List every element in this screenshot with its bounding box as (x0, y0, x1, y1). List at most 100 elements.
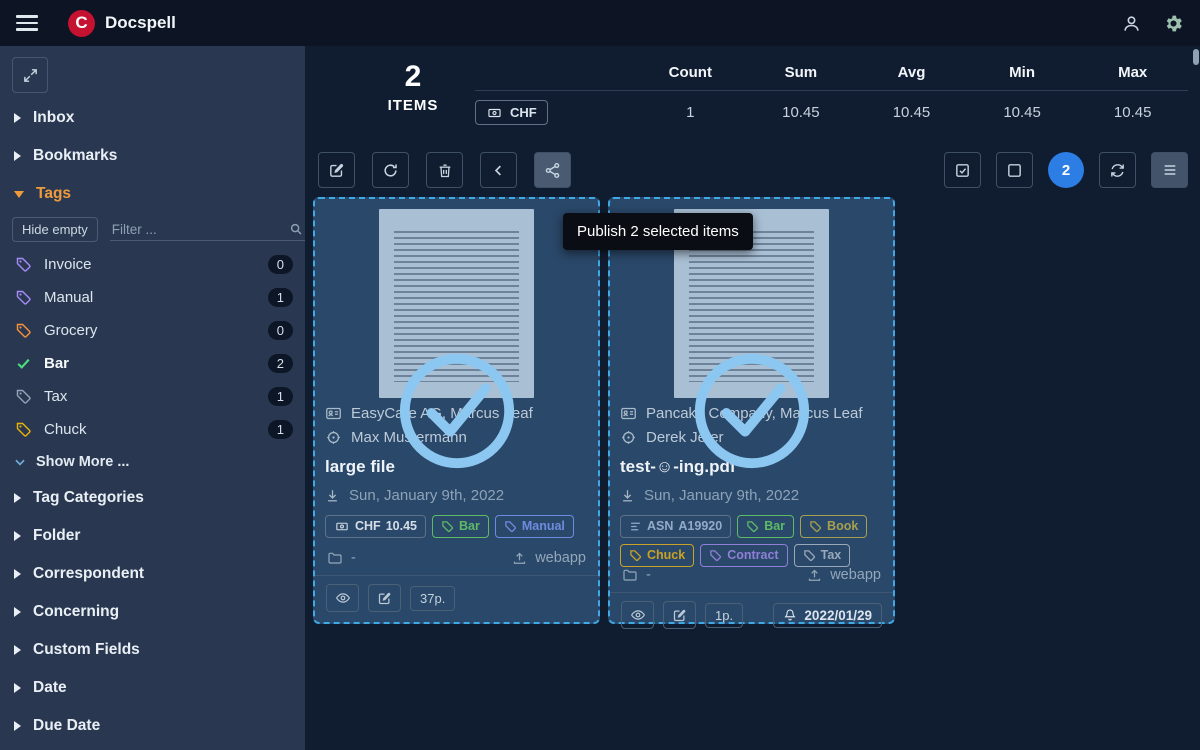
stats-value-sum: 10.45 (746, 104, 857, 121)
due-date-value: 2022/01/29 (804, 608, 872, 623)
sidebar-item-correspondent[interactable]: Correspondent (0, 555, 305, 593)
correspondent-name: Pancake Company, Marcus Leaf (646, 405, 863, 422)
edit-item-button[interactable] (368, 584, 401, 612)
amount-badge: CHF 10.45 (325, 515, 426, 538)
stats-header-min: Min (967, 64, 1078, 81)
currency-badge: CHF (475, 100, 548, 125)
edit-item-button[interactable] (663, 601, 696, 629)
stats-value-avg: 10.45 (856, 104, 967, 121)
item-card[interactable]: Pancake Company, Marcus Leaf Derek Jeter… (608, 197, 895, 624)
tag-badge-label: Chuck (647, 548, 685, 563)
sidebar-item-date[interactable]: Date (0, 669, 305, 707)
tag-item-bar[interactable]: Bar 2 (0, 347, 305, 380)
item-badges: ASN A19920 Bar Book Chuck (620, 515, 883, 567)
tag-badge: Contract (700, 544, 787, 567)
search-icon (289, 222, 303, 236)
tag-filter (110, 219, 305, 241)
tag-item-tax[interactable]: Tax 1 (0, 380, 305, 413)
asn-label: ASN (647, 519, 673, 534)
view-options-button[interactable] (1151, 152, 1188, 188)
folder-icon (622, 567, 638, 583)
stats-header-count: Count (635, 64, 746, 81)
document-thumbnail (325, 207, 588, 398)
item-badges: CHF 10.45 Bar Manual (325, 515, 588, 538)
reprocess-button[interactable] (372, 152, 409, 188)
sidebar-item-source[interactable]: Source (0, 745, 305, 750)
scrollbar-thumb[interactable] (1193, 49, 1199, 65)
merge-button[interactable] (480, 152, 517, 188)
preview-button[interactable] (326, 584, 359, 612)
item-title[interactable]: test-☺-ing.pdf (620, 457, 883, 477)
tag-badge: Chuck (620, 544, 694, 567)
expand-arrows-icon (22, 67, 39, 84)
gear-icon (1163, 13, 1184, 34)
sidebar-item-label: Concerning (33, 603, 119, 621)
tag-filter-input[interactable] (112, 222, 289, 237)
page-count-badge: 37p. (410, 586, 455, 611)
expand-sidebar-button[interactable] (12, 57, 48, 93)
banknote-icon (334, 520, 350, 533)
tag-name: Chuck (44, 421, 87, 438)
tag-count-badge: 0 (268, 321, 293, 340)
date-icon (325, 488, 340, 503)
select-all-button[interactable] (944, 152, 981, 188)
delete-selected-button[interactable] (426, 152, 463, 188)
item-card-list: EasyCare AG, Marcus Leaf Max Mustermann … (313, 197, 1188, 624)
sidebar-item-inbox[interactable]: Inbox (0, 99, 305, 137)
items-count-label: ITEMS (367, 97, 459, 114)
show-more-tags[interactable]: Show More ... (0, 446, 305, 479)
tag-item-manual[interactable]: Manual 1 (0, 281, 305, 314)
sidebar-item-tags[interactable]: Tags (0, 175, 305, 213)
sidebar-item-concerning[interactable]: Concerning (0, 593, 305, 631)
stats-value-row: CHF 1 10.45 10.45 10.45 10.45 (475, 91, 1188, 134)
deselect-all-button[interactable] (996, 152, 1033, 188)
publish-selected-button[interactable] (534, 152, 571, 188)
tag-item-grocery[interactable]: Grocery 0 (0, 314, 305, 347)
tag-icon (803, 549, 816, 562)
tag-item-invoice[interactable]: Invoice 0 (0, 248, 305, 281)
tag-name: Grocery (44, 322, 97, 339)
edit-icon (328, 162, 345, 179)
sidebar-item-label: Due Date (33, 717, 100, 735)
sidebar-item-label: Correspondent (33, 565, 144, 583)
share-icon (544, 162, 561, 179)
item-title[interactable]: large file (325, 457, 588, 477)
sidebar-item-bookmarks[interactable]: Bookmarks (0, 137, 305, 175)
upload-icon (807, 568, 822, 583)
chevron-left-icon (491, 163, 506, 178)
edit-selected-button[interactable] (318, 152, 355, 188)
chevron-down-icon (13, 455, 27, 469)
sidebar-item-label: Folder (33, 527, 80, 545)
sidebar: Inbox Bookmarks Tags Hide empty Invoice … (0, 46, 305, 750)
tag-name: Manual (44, 289, 93, 306)
settings-button[interactable] (1163, 13, 1184, 34)
selected-count-badge: 2 (1048, 152, 1084, 188)
invert-selection-button[interactable] (1099, 152, 1136, 188)
menu-button[interactable] (16, 15, 38, 31)
caret-right-icon (14, 569, 21, 579)
item-card[interactable]: EasyCare AG, Marcus Leaf Max Mustermann … (313, 197, 600, 624)
stats-header-max: Max (1077, 64, 1188, 81)
docspell-logo[interactable]: C Docspell (68, 10, 176, 37)
preview-button[interactable] (621, 601, 654, 629)
address-card-icon (325, 405, 342, 422)
sidebar-item-custom-fields[interactable]: Custom Fields (0, 631, 305, 669)
user-account-button[interactable] (1122, 14, 1141, 33)
folder-info: - (327, 550, 356, 566)
sidebar-item-due-date[interactable]: Due Date (0, 707, 305, 745)
tag-item-chuck[interactable]: Chuck 1 (0, 413, 305, 446)
caret-right-icon (14, 683, 21, 693)
user-icon (1122, 14, 1141, 33)
tag-icon (441, 520, 454, 533)
source-info: webapp (512, 550, 586, 566)
sidebar-item-label: Tag Categories (33, 489, 144, 507)
refresh-icon (382, 162, 399, 179)
item-date: Sun, January 9th, 2022 (644, 487, 799, 504)
tag-icon (709, 549, 722, 562)
sidebar-item-folder[interactable]: Folder (0, 517, 305, 555)
hide-empty-toggle[interactable]: Hide empty (12, 217, 98, 242)
stats-value-count: 1 (635, 104, 746, 121)
sidebar-item-tag-categories[interactable]: Tag Categories (0, 479, 305, 517)
tag-badge: Bar (737, 515, 794, 538)
stats-summary: 2 ITEMS Count Sum Avg Min Max CHF (305, 46, 1200, 134)
